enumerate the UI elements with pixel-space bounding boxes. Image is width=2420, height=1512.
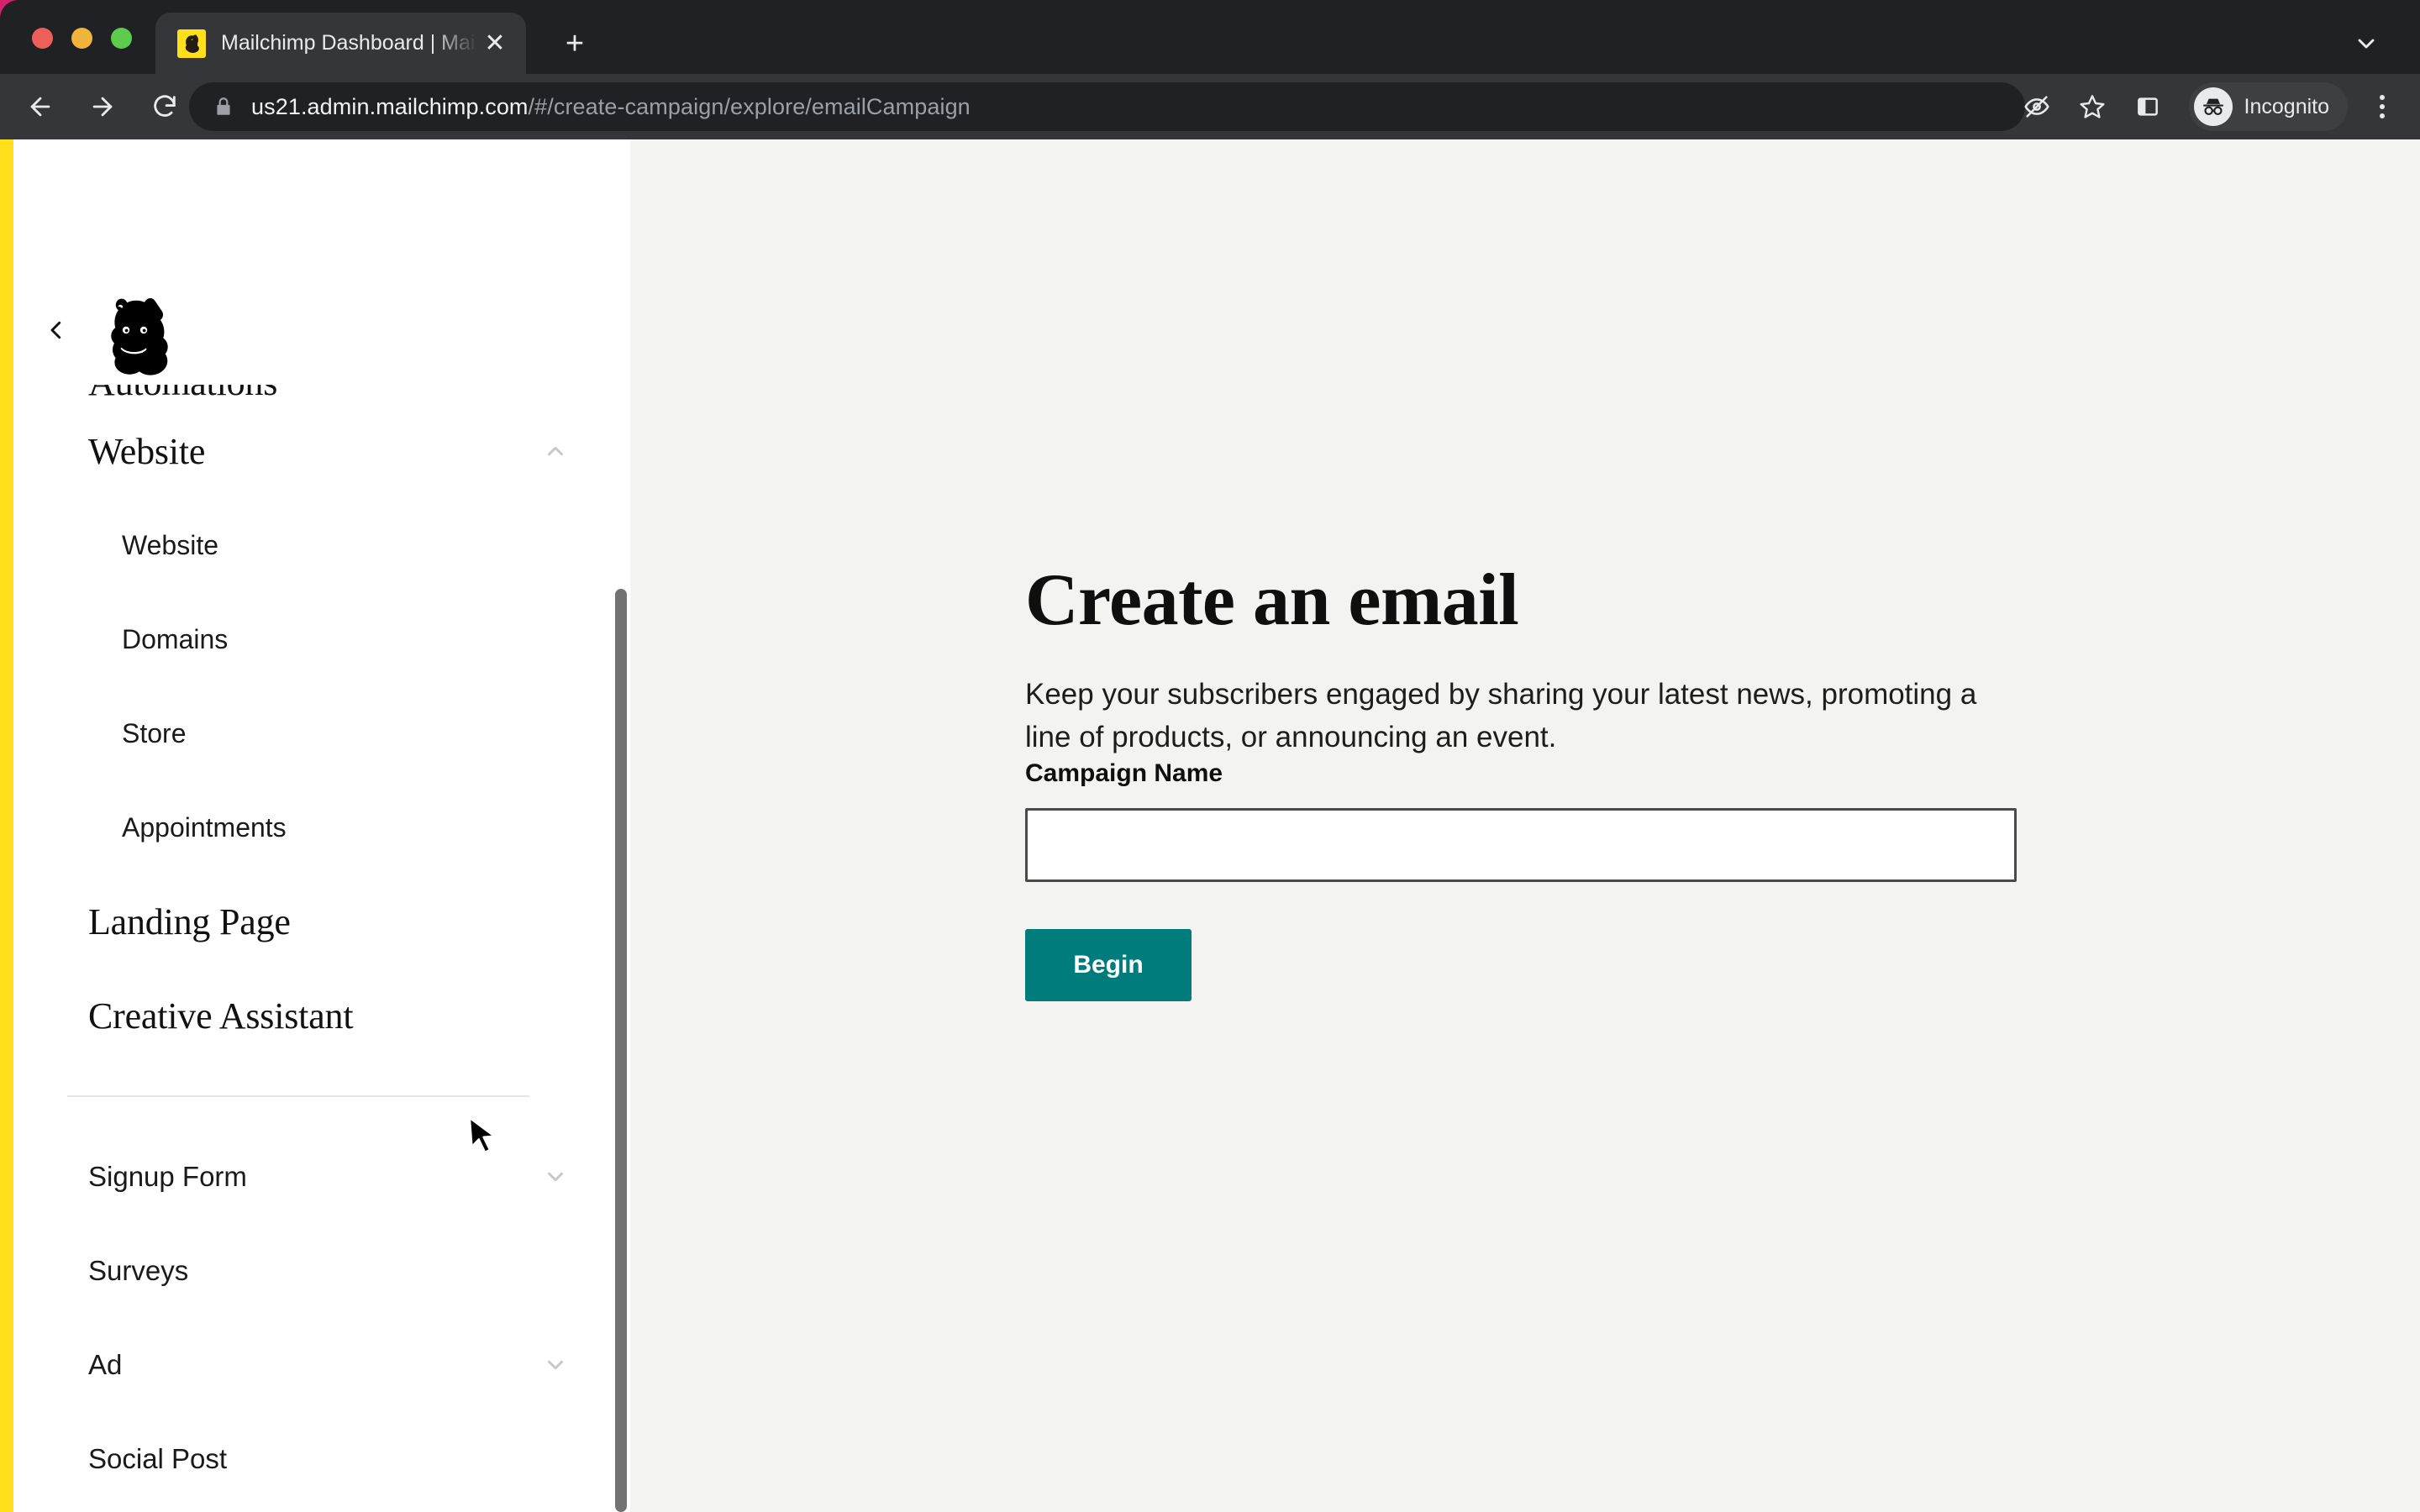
main-content: Create an email Keep your subscribers en… <box>634 139 2420 1512</box>
sidebar-item-label: Website <box>122 529 219 560</box>
back-arrow-icon[interactable] <box>13 80 67 134</box>
sidebar-scroll-region: Automations Website Website <box>0 385 630 1512</box>
close-tab-button[interactable]: ✕ <box>477 26 513 61</box>
sidebar-item-postcard[interactable]: Postcard <box>0 1506 630 1512</box>
page-title: Create an email <box>1025 559 1519 641</box>
url-path: /#/create-campaign/explore/emailCampaign <box>528 93 971 119</box>
eye-slash-icon[interactable] <box>2012 82 2061 131</box>
sidebar-item-label: Store <box>122 717 187 748</box>
side-panel-icon[interactable] <box>2123 82 2172 131</box>
minimize-window-button[interactable] <box>71 28 92 49</box>
window-traffic-lights <box>32 28 132 49</box>
incognito-icon <box>2193 87 2233 126</box>
sidebar-item-label: Ad <box>88 1349 123 1380</box>
sidebar-item-label: Appointments <box>122 811 287 843</box>
maximize-window-button[interactable] <box>111 28 132 49</box>
new-tab-button[interactable]: + <box>555 24 595 64</box>
app-sidebar: Automations Website Website <box>0 139 630 1512</box>
url-host: us21.admin.mailchimp.com <box>251 93 529 119</box>
sidebar-item-social-post[interactable]: Social Post <box>0 1412 630 1506</box>
sidebar-item-website[interactable]: Website <box>0 498 630 592</box>
sidebar-section-label: Website <box>88 430 206 472</box>
sidebar-item-label: Automations <box>88 385 277 404</box>
reload-icon[interactable] <box>138 80 192 134</box>
sidebar-item-label: Signup Form <box>88 1161 247 1192</box>
sidebar-item-label: Domains <box>122 623 229 654</box>
sidebar-section-website[interactable]: Website <box>0 404 630 498</box>
mailchimp-favicon-icon <box>177 29 206 58</box>
sidebar-item-signup-form[interactable]: Signup Form <box>0 1130 630 1224</box>
toolbar-right-actions: Incognito <box>2009 74 2420 139</box>
sidebar-nav-list: Automations Website Website <box>0 385 630 1512</box>
chevron-down-icon[interactable] <box>2346 24 2386 64</box>
tab-strip: Mailchimp Dashboard | Mailchi ✕ + <box>0 0 2420 74</box>
campaign-name-label: Campaign Name <box>1025 759 1223 787</box>
begin-button[interactable]: Begin <box>1025 928 1192 1001</box>
browser-window: Mailchimp Dashboard | Mailchi ✕ + <box>0 0 2420 1512</box>
campaign-name-input[interactable] <box>1025 807 2017 882</box>
sidebar-item-appointments[interactable]: Appointments <box>0 780 630 874</box>
create-email-panel: Create an email Keep your subscribers en… <box>1025 564 2075 1001</box>
incognito-profile-button[interactable]: Incognito <box>2188 82 2348 131</box>
chevron-up-icon[interactable] <box>541 437 570 465</box>
sidebar-item-landing-page[interactable]: Landing Page <box>0 874 630 969</box>
close-window-button[interactable] <box>32 28 53 49</box>
tab-title: Mailchimp Dashboard | Mailchi <box>221 31 477 55</box>
sidebar-item-ad[interactable]: Ad <box>0 1318 630 1412</box>
lock-icon <box>213 96 234 118</box>
url-text: us21.admin.mailchimp.com/#/create-campai… <box>251 94 971 120</box>
sidebar-item-domains[interactable]: Domains <box>0 592 630 686</box>
sidebar-item-store[interactable]: Store <box>0 686 630 780</box>
sidebar-item-label: Creative Assistant <box>88 995 354 1037</box>
address-bar[interactable]: us21.admin.mailchimp.com/#/create-campai… <box>189 82 2025 131</box>
page-viewport: Automations Website Website <box>0 139 2420 1512</box>
page-subtitle: Keep your subscribers engaged by sharing… <box>1025 678 1977 753</box>
star-icon[interactable] <box>2068 82 2117 131</box>
sidebar-item-creative-assistant[interactable]: Creative Assistant <box>0 969 630 1063</box>
mailchimp-logo[interactable] <box>92 291 176 378</box>
sidebar-item-label: Surveys <box>88 1255 189 1286</box>
browser-tab[interactable]: Mailchimp Dashboard | Mailchi ✕ <box>155 13 526 74</box>
kebab-menu-icon[interactable] <box>2360 84 2405 129</box>
sidebar-item-label: Landing Page <box>88 900 291 942</box>
sidebar-item-surveys[interactable]: Surveys <box>0 1224 630 1318</box>
chevron-down-icon[interactable] <box>541 1351 570 1379</box>
sidebar-divider <box>67 1095 529 1097</box>
browser-toolbar: us21.admin.mailchimp.com/#/create-campai… <box>0 74 2420 139</box>
incognito-label: Incognito <box>2244 94 2329 118</box>
forward-arrow-icon[interactable] <box>76 80 129 134</box>
chevron-left-icon[interactable] <box>38 312 75 349</box>
sidebar-item-automations[interactable]: Automations <box>0 385 630 404</box>
sidebar-scrollbar-thumb[interactable] <box>615 589 627 1512</box>
sidebar-edge <box>629 139 630 1512</box>
chevron-down-icon[interactable] <box>541 1163 570 1191</box>
sidebar-item-label: Social Post <box>88 1443 228 1474</box>
